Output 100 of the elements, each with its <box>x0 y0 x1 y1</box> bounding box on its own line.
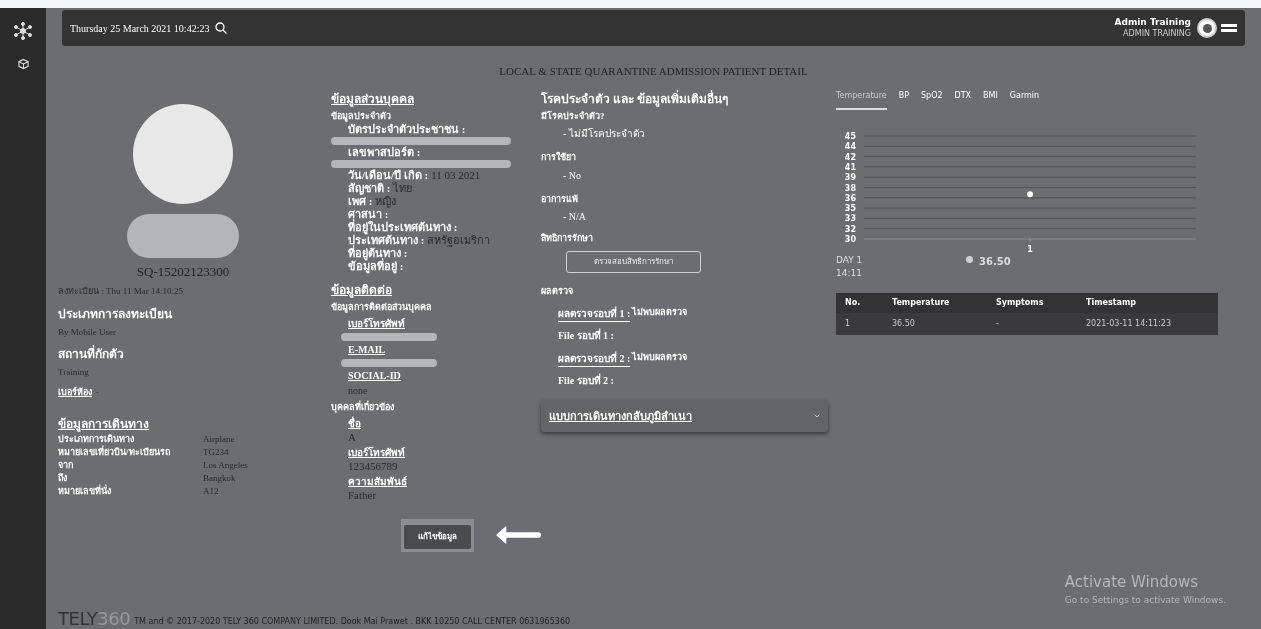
result-label: ผลตรวจรอบที่ 1 : <box>558 306 631 322</box>
field-label: ชื่อ <box>347 416 362 431</box>
travel-value: Bangkok <box>203 472 236 485</box>
activation-title: Activate Windows <box>1064 572 1199 593</box>
field-value: สหรัฐอเมริกา <box>427 234 491 247</box>
y-axis-label: 44 <box>844 141 856 151</box>
field-label: เบอร์โทรศัพท์ <box>347 316 406 331</box>
result-label: ผลตรวจรอบที่ 2 : <box>558 351 631 367</box>
accordion-header[interactable]: แบบการเดินทางกลับภูมิลำเนา <box>541 400 828 432</box>
user-role: ADMIN TRAINING <box>1123 28 1191 39</box>
table-cell-text: 2021-03-11 14:11:23 <box>1086 317 1172 330</box>
field-label: เลขพาสปอร์ต : <box>348 146 421 159</box>
edit-button[interactable]: แก้ไขข้อมูล <box>404 524 471 549</box>
y-axis-label: 35 <box>844 203 856 213</box>
travel-value: Airplane <box>203 433 235 446</box>
avatar-icon[interactable] <box>1197 18 1217 38</box>
field-label: SOCIAL-ID <box>347 368 402 383</box>
column-header: Timestamp <box>1086 296 1137 309</box>
field-label: เบอร์โทรศัพท์ <box>347 446 406 460</box>
item-label: การใช้ยา <box>541 151 577 164</box>
item-label: มีโรคประจำตัว? <box>541 109 606 123</box>
field-label: วัน/เดือน/ปี เกิด : <box>348 169 429 182</box>
field-label: เพศ : <box>348 195 373 208</box>
user-name: Admin Training <box>1114 17 1191 29</box>
field-value: A <box>347 431 357 443</box>
result-value: ไม่พบผลตรวจ <box>632 351 688 364</box>
item-label: อาการแพ้ <box>541 192 579 206</box>
y-axis-label: 30 <box>844 234 856 244</box>
cube-icon[interactable] <box>17 58 29 70</box>
field-label: E-MAIL <box>347 342 387 357</box>
travel-value: A12 <box>203 485 219 498</box>
menu-icon[interactable] <box>1221 22 1237 34</box>
rights-check-button[interactable]: ตรวจสอบสิทธิการรักษา <box>566 250 701 273</box>
search-icon[interactable] <box>215 22 228 34</box>
field-value: 123456789 <box>347 460 399 472</box>
page-title: LOCAL & STATE QUARANTINE ADMISSION PATIENT DETAIL <box>498 64 809 79</box>
chart-tab[interactable]: Temperature <box>836 89 887 110</box>
field-label: ความสัมพันธ์ <box>347 475 408 489</box>
patient-id: SQ-15202123300 <box>136 262 230 281</box>
chart-tab[interactable]: BMI <box>983 89 998 110</box>
y-axis-label: 36 <box>844 193 856 203</box>
legend-time: 14:11 <box>836 267 863 280</box>
column-header: Symptoms <box>996 296 1045 309</box>
field-value: หญิง <box>375 195 397 208</box>
table-cell-text: 36.50 <box>892 317 916 330</box>
field-label: ประเทศต้นทาง : <box>348 234 425 246</box>
legend-value: 36.50 <box>979 254 1011 269</box>
travel-label: หมายเลขที่นั่ง <box>58 485 112 498</box>
y-axis-label: 45 <box>844 131 856 141</box>
y-axis-label: 32 <box>844 224 856 234</box>
item-value: - No <box>562 168 583 183</box>
legend-day: DAY 1 <box>836 253 966 267</box>
travel-value: Los Angeles <box>203 459 248 472</box>
section-heading: ข้อมูลส่วนบุคคล <box>331 90 415 108</box>
subsection-heading: บุคคลที่เกี่ยวข้อง <box>331 400 395 414</box>
file-label: File รอบที่ 2 : <box>557 373 615 388</box>
y-axis-label: 38 <box>844 183 856 192</box>
chart-tab[interactable]: SpO2 <box>921 89 943 110</box>
section-heading: โรคประจำตัว และ ข้อมูลเพิ่มเติมอื่นๆ <box>541 89 729 108</box>
travel-label: หมายเลขเที่ยวบิน/ทะเบียนรถ <box>58 446 171 459</box>
footer-text: TM and © 2017-2020 TELY 360 COMPANY LIMITED. Dook Mai Prawet . BKK 10250 CALL CENTER 0631965360 <box>134 616 571 628</box>
field-value: none <box>347 383 369 398</box>
item-value: - N/A <box>562 210 588 224</box>
footer-logo: TELY360 <box>58 610 131 628</box>
chart-tab[interactable]: Garmin <box>1009 89 1040 110</box>
activation-subtitle: Go to Settings to activate Windows. <box>1064 593 1226 607</box>
y-axis-label: 39 <box>844 172 856 182</box>
subsection-heading: ข้อมูลประจำตัว <box>331 109 392 123</box>
subsection-heading: ข้อมูลการติดต่อส่วนบุคคล <box>331 301 433 315</box>
field-label: ศาสนา : <box>348 208 389 220</box>
file-label: File รอบที่ 1 : <box>557 328 615 343</box>
section-heading: สถานที่กักตัว <box>58 345 125 363</box>
room-label: เบอร์ห้อง <box>58 385 92 399</box>
network-logo-icon[interactable] <box>13 22 33 40</box>
travel-label: จาก <box>58 459 74 472</box>
section-value: Training <box>58 366 90 379</box>
data-point <box>1027 190 1033 197</box>
travel-value: TG234 <box>203 446 229 459</box>
y-axis-label: 42 <box>844 152 856 162</box>
table-cell-text: - <box>996 317 1000 330</box>
chevron-icon <box>814 414 820 418</box>
travel-label: ประเภทการเดินทาง <box>58 433 135 445</box>
section-heading: ข้อมูลการเดินทาง <box>58 416 150 433</box>
travel-label: ถึง <box>58 472 68 484</box>
room-value: - <box>96 385 99 399</box>
item-label: สิทธิการรักษา <box>541 232 594 245</box>
chart-tab[interactable]: DTX <box>954 89 972 110</box>
item-value: - ไม่มีโรคประจำตัว <box>562 127 646 141</box>
registration-time: ลงทะเบียน : Thu 11 Mar 14:10:25 <box>58 285 184 298</box>
table-cell-text: 1 <box>845 317 852 330</box>
field-label: ข้อมูลที่อยู่ : <box>348 260 404 273</box>
y-axis-label: 41 <box>844 162 856 172</box>
column-header: No. <box>845 296 862 309</box>
field-label: บัตรประจำตัวประชาชน : <box>348 123 466 136</box>
x-axis-label: 1 <box>1027 244 1033 254</box>
field-value: 11 03 2021 <box>431 169 481 182</box>
chart-tab[interactable]: BP <box>898 89 909 110</box>
section-heading: ประเภทการลงทะเบียน <box>58 305 173 323</box>
item-label: ผลตรวจ <box>541 284 574 298</box>
y-axis-label: 33 <box>844 213 856 223</box>
